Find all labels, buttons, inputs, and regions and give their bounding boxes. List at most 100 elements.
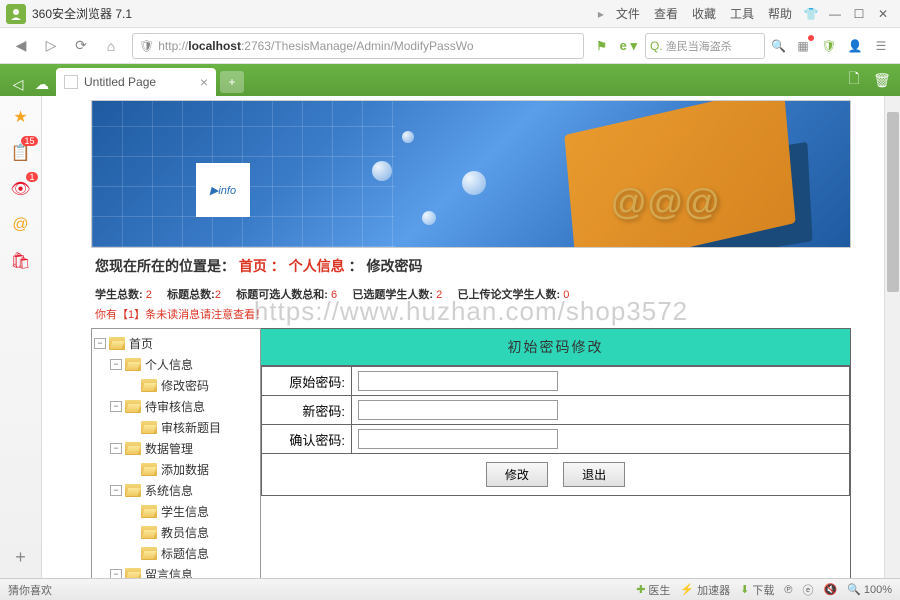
tree-item-6[interactable]: 添加数据 <box>94 459 258 480</box>
folder-icon <box>141 526 157 539</box>
bc-section[interactable]: 个人信息 <box>289 258 345 274</box>
side-favorite[interactable]: ★ <box>8 104 34 130</box>
side-at[interactable]: @ <box>8 212 34 238</box>
label-confirm-pw: 确认密码: <box>262 425 352 454</box>
menu-tools[interactable]: 工具 <box>724 3 760 24</box>
tree-label: 审核新题目 <box>161 419 221 436</box>
close-button[interactable]: ✕ <box>872 5 894 23</box>
form-panel: 初始密码修改 原始密码: 新密码: 确认密码: <box>261 328 851 578</box>
scroll-thumb[interactable] <box>887 112 899 292</box>
status-e[interactable]: ⓔ <box>802 582 813 598</box>
tree-item-9[interactable]: 教员信息 <box>94 522 258 543</box>
tree-label: 待审核信息 <box>145 398 205 415</box>
tree-item-7[interactable]: − 系统信息 <box>94 480 258 501</box>
search-placeholder: 渔民当海盗杀 <box>666 38 732 54</box>
tree-item-4[interactable]: 审核新题目 <box>94 417 258 438</box>
tree-item-1[interactable]: − 个人信息 <box>94 354 258 375</box>
submit-button[interactable]: 修改 <box>486 462 548 487</box>
tree-toggle[interactable]: − <box>110 359 122 370</box>
status-doctor[interactable]: ✚医生 <box>636 582 670 598</box>
go-button[interactable]: ⚑ <box>592 39 612 53</box>
tree-toggle[interactable]: − <box>94 338 106 349</box>
tree-item-0[interactable]: − 首页 <box>94 333 258 354</box>
folder-icon <box>125 400 141 413</box>
cancel-button[interactable]: 退出 <box>563 462 625 487</box>
folder-icon <box>125 484 141 497</box>
skin-button[interactable]: 👕 <box>800 5 822 23</box>
tab-close[interactable]: × <box>200 74 208 90</box>
tree-label: 首页 <box>129 335 153 352</box>
tab-cloud-icon[interactable]: ☁ <box>30 72 54 96</box>
side-shop[interactable]: 🛍 <box>8 248 34 274</box>
folder-icon <box>141 463 157 476</box>
tab-restore[interactable]: 🗋 <box>842 68 866 92</box>
menu-file[interactable]: 文件 <box>610 3 646 24</box>
tree-item-5[interactable]: −数据管理 <box>94 438 258 459</box>
menu-arrow-icon: ▸ <box>598 7 604 21</box>
tree-item-8[interactable]: 学生信息 <box>94 501 258 522</box>
side-weibo[interactable]: 👁1 <box>8 176 34 202</box>
ext-button[interactable]: ▦ <box>792 35 814 57</box>
tree-label: 系统信息 <box>145 482 193 499</box>
nav-tree: −首页−个人信息修改密码−待审核信息审核新题目−数据管理添加数据−系统信息学生信… <box>91 328 261 578</box>
tree-item-10[interactable]: 标题信息 <box>94 543 258 564</box>
search-box[interactable]: Q. 渔民当海盗杀 <box>645 33 765 59</box>
url-text: http://localhost:2763/ThesisManage/Admin… <box>158 39 473 53</box>
minimize-button[interactable]: — <box>824 5 846 23</box>
forward-button[interactable]: ▷ <box>38 33 64 59</box>
folder-icon <box>141 379 157 392</box>
tree-item-11[interactable]: −留言信息 <box>94 564 258 578</box>
menu-button[interactable]: ☰ <box>870 35 892 57</box>
bc-home[interactable]: 首页 <box>239 258 267 274</box>
tree-toggle[interactable]: − <box>110 485 122 496</box>
side-add[interactable]: + <box>8 544 34 570</box>
compat-mode[interactable]: e ▾ <box>616 38 641 54</box>
tree-item-2[interactable]: 修改密码 <box>94 375 258 396</box>
tree-toggle[interactable]: − <box>110 569 122 578</box>
page-icon <box>64 75 78 89</box>
input-old-pw[interactable] <box>358 371 558 391</box>
login-button[interactable]: 👤 <box>844 35 866 57</box>
browser-logo <box>6 4 26 24</box>
tree-label: 标题信息 <box>161 545 209 562</box>
bc-page: 修改密码 <box>366 258 422 274</box>
side-calendar[interactable]: 📋15 <box>8 140 34 166</box>
menu-help[interactable]: 帮助 <box>762 3 798 24</box>
folder-icon <box>125 568 141 578</box>
shield-button[interactable]: 🛡 <box>818 35 840 57</box>
status-accel[interactable]: ⚡加速器 <box>680 582 730 598</box>
alert-message: 你有【1】条未读消息请注意查看！ <box>91 304 851 324</box>
tree-label: 个人信息 <box>145 356 193 373</box>
menu-view[interactable]: 查看 <box>648 3 684 24</box>
address-bar[interactable]: 🛡 http://localhost:2763/ThesisManage/Adm… <box>132 33 584 59</box>
tab-prev[interactable]: ◁ <box>6 72 30 96</box>
status-left[interactable]: 猜你喜欢 <box>8 582 636 598</box>
home-button[interactable]: ⌂ <box>98 33 124 59</box>
browser-tab[interactable]: Untitled Page × <box>56 68 216 96</box>
stats-row: 学生总数: 2 标题总数:2 标题可选人数总和: 6 已选题学生人数: 2 已上… <box>91 284 851 304</box>
tab-trash[interactable]: 🗑 <box>870 68 894 92</box>
input-new-pw[interactable] <box>358 400 558 420</box>
tree-toggle[interactable]: − <box>110 443 122 454</box>
back-button[interactable]: ◀ <box>8 33 34 59</box>
status-download[interactable]: ⬇下载 <box>740 582 774 598</box>
search-icon: Q. <box>650 39 663 53</box>
tree-label: 修改密码 <box>161 377 209 394</box>
maximize-button[interactable]: ☐ <box>848 5 870 23</box>
tree-label: 学生信息 <box>161 503 209 520</box>
status-p[interactable]: ℗ <box>784 584 792 596</box>
shield-icon: 🛡 <box>139 39 154 53</box>
tree-toggle[interactable]: − <box>110 401 122 412</box>
search-go[interactable]: 🔍 <box>769 39 788 53</box>
menu-favorites[interactable]: 收藏 <box>686 3 722 24</box>
browser-title: 360安全浏览器 7.1 <box>32 5 598 22</box>
tree-item-3[interactable]: − 待审核信息 <box>94 396 258 417</box>
status-mute[interactable]: 🔇 <box>823 583 837 596</box>
scrollbar[interactable] <box>884 96 900 578</box>
status-zoom[interactable]: 🔍100% <box>847 583 892 596</box>
reload-button[interactable]: ⟳ <box>68 33 94 59</box>
new-tab-button[interactable]: + <box>220 71 244 93</box>
label-new-pw: 新密码: <box>262 396 352 425</box>
input-confirm-pw[interactable] <box>358 429 558 449</box>
label-old-pw: 原始密码: <box>262 367 352 396</box>
